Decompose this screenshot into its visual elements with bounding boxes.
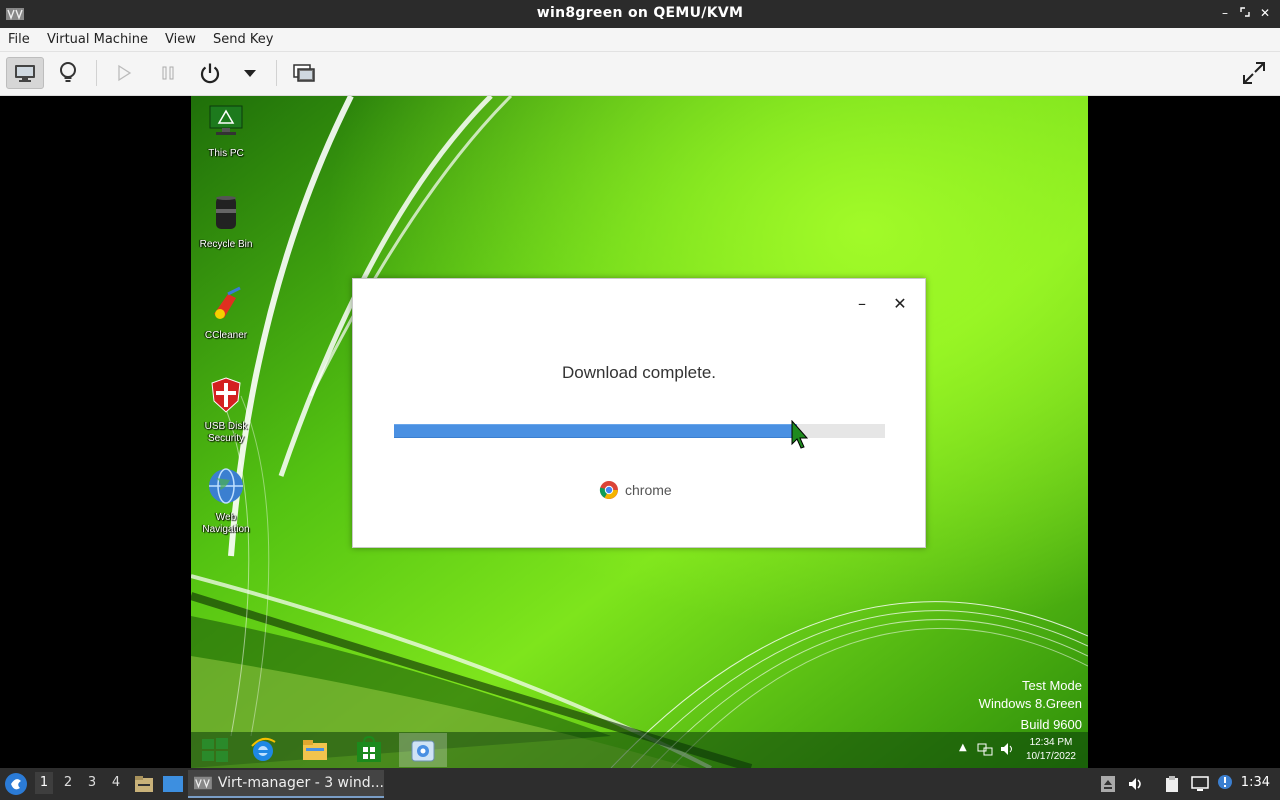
- download-status-message: Download complete.: [561, 363, 717, 382]
- chrome-installer-dialog: – ✕ Download complete. chrome: [352, 278, 926, 548]
- desktop-icon-web-navigation[interactable]: Web Navigation: [191, 466, 261, 536]
- show-desktop-icon[interactable]: [162, 774, 184, 794]
- dialog-close-button[interactable]: ✕: [891, 295, 909, 313]
- shutdown-button[interactable]: [191, 57, 229, 89]
- desktop-icon-label: Web Navigation: [202, 512, 250, 535]
- snapshots-icon: [293, 64, 315, 82]
- maximize-icon: [1240, 7, 1250, 17]
- pause-button[interactable]: [149, 57, 187, 89]
- volume-icon[interactable]: [999, 741, 1015, 757]
- start-button[interactable]: [191, 733, 239, 767]
- details-view-button[interactable]: [49, 57, 87, 89]
- app-menu-icon[interactable]: [4, 772, 28, 796]
- chrome-brand: chrome: [599, 480, 672, 500]
- file-explorer-icon: [303, 740, 327, 760]
- menu-file[interactable]: File: [8, 32, 30, 47]
- shield-icon: [211, 377, 241, 413]
- virt-manager-icon: [194, 776, 212, 790]
- guest-display[interactable]: This PC Recycle Bin CCleaner USB Disk Se…: [191, 96, 1088, 768]
- taskbar-app-virt-manager[interactable]: Virt-manager - 3 wind...: [188, 770, 384, 798]
- globe-icon: [209, 468, 243, 504]
- menu-virtual-machine[interactable]: Virtual Machine: [47, 32, 148, 47]
- run-button[interactable]: [105, 57, 143, 89]
- monitor-icon: [15, 65, 35, 82]
- menubar: File Virtual Machine View Send Key: [0, 28, 1280, 52]
- power-icon: [200, 63, 220, 84]
- taskbar-file-explorer[interactable]: [291, 733, 339, 767]
- taskbar-store[interactable]: [345, 733, 393, 767]
- taskbar-internet-explorer[interactable]: [239, 733, 287, 767]
- workspace-3[interactable]: 3: [83, 775, 101, 790]
- mouse-pointer-icon: [791, 420, 809, 449]
- guest-clock-time: 12:34 PM: [1029, 737, 1073, 748]
- dialog-minimize-button[interactable]: –: [853, 295, 871, 313]
- volume-icon[interactable]: [1127, 775, 1145, 793]
- internet-explorer-icon: [251, 737, 276, 761]
- file-manager-icon[interactable]: [134, 774, 154, 794]
- watermark-line: Windows 8.Green: [978, 696, 1082, 711]
- workspace-4[interactable]: 4: [107, 775, 125, 790]
- setup-icon: [411, 740, 435, 762]
- workspace-2[interactable]: 2: [59, 775, 77, 790]
- toolbar: [0, 52, 1280, 96]
- chrome-brand-name: chrome: [625, 482, 672, 498]
- fullscreen-button[interactable]: [1235, 57, 1273, 89]
- snapshots-button[interactable]: [285, 57, 323, 89]
- clipboard-icon[interactable]: [1163, 775, 1181, 793]
- network-icon[interactable]: [977, 741, 993, 757]
- maximize-window-button[interactable]: [1238, 6, 1252, 20]
- desktop-icon-usb-disk-security[interactable]: USB Disk Security: [191, 375, 261, 445]
- desktop-icon-label: CCleaner: [204, 330, 248, 341]
- shutdown-menu-button[interactable]: [231, 57, 269, 89]
- download-progress-bar: [394, 424, 885, 438]
- chrome-logo-icon: [599, 481, 618, 499]
- guest-clock[interactable]: 12:34 PM 10/17/2022: [1026, 736, 1076, 764]
- desktop-icon-label: This PC: [208, 148, 244, 159]
- recycle-bin-icon: [216, 196, 236, 229]
- close-window-button[interactable]: ✕: [1258, 6, 1272, 20]
- windows-start-icon: [202, 738, 228, 762]
- guest-taskbar: ▲ 12:34 PM 10/17/2022: [191, 732, 1088, 768]
- chevron-down-icon: [244, 70, 256, 77]
- download-progress-fill: [394, 424, 797, 438]
- toolbar-separator: [276, 60, 277, 86]
- taskbar-setup[interactable]: [399, 733, 447, 767]
- guest-clock-date: 10/17/2022: [1025, 751, 1076, 762]
- desktop-icon-ccleaner[interactable]: CCleaner: [191, 284, 261, 342]
- play-icon: [118, 64, 132, 82]
- menu-send-key[interactable]: Send Key: [213, 32, 273, 47]
- host-clock[interactable]: 1:34: [1241, 775, 1270, 790]
- show-hidden-icons-button[interactable]: ▲: [959, 742, 967, 753]
- desktop-icon-label: Recycle Bin: [199, 239, 253, 250]
- watermark-line: Build 9600: [1020, 717, 1082, 732]
- desktop-icon-recycle-bin[interactable]: Recycle Bin: [191, 193, 261, 251]
- eject-icon[interactable]: [1099, 775, 1117, 793]
- notification-icon[interactable]: [1216, 773, 1234, 791]
- taskbar-app-label: Virt-manager - 3 wind...: [217, 775, 384, 791]
- pause-icon: [162, 66, 174, 80]
- host-taskbar: 1 2 3 4 Virt-manager - 3 wind... 1:34: [0, 768, 1280, 800]
- monitor-icon: [209, 105, 243, 135]
- watermark-line: Test Mode: [1022, 678, 1082, 693]
- window-title: win8green on QEMU/KVM: [536, 5, 744, 21]
- toolbar-separator: [96, 60, 97, 86]
- display-icon[interactable]: [1191, 775, 1209, 793]
- menu-view[interactable]: View: [165, 32, 196, 47]
- window-titlebar[interactable]: win8green on QEMU/KVM – ✕: [0, 0, 1280, 28]
- store-icon: [357, 736, 381, 762]
- ccleaner-icon: [214, 286, 241, 319]
- minimize-window-button[interactable]: –: [1218, 6, 1232, 20]
- console-view-button[interactable]: [6, 57, 44, 89]
- workspace-1[interactable]: 1: [35, 772, 53, 794]
- fullscreen-icon: [1243, 62, 1265, 84]
- lightbulb-icon: [60, 62, 76, 82]
- desktop-icon-this-pc[interactable]: This PC: [191, 102, 261, 160]
- desktop-icon-label: USB Disk Security: [204, 421, 248, 444]
